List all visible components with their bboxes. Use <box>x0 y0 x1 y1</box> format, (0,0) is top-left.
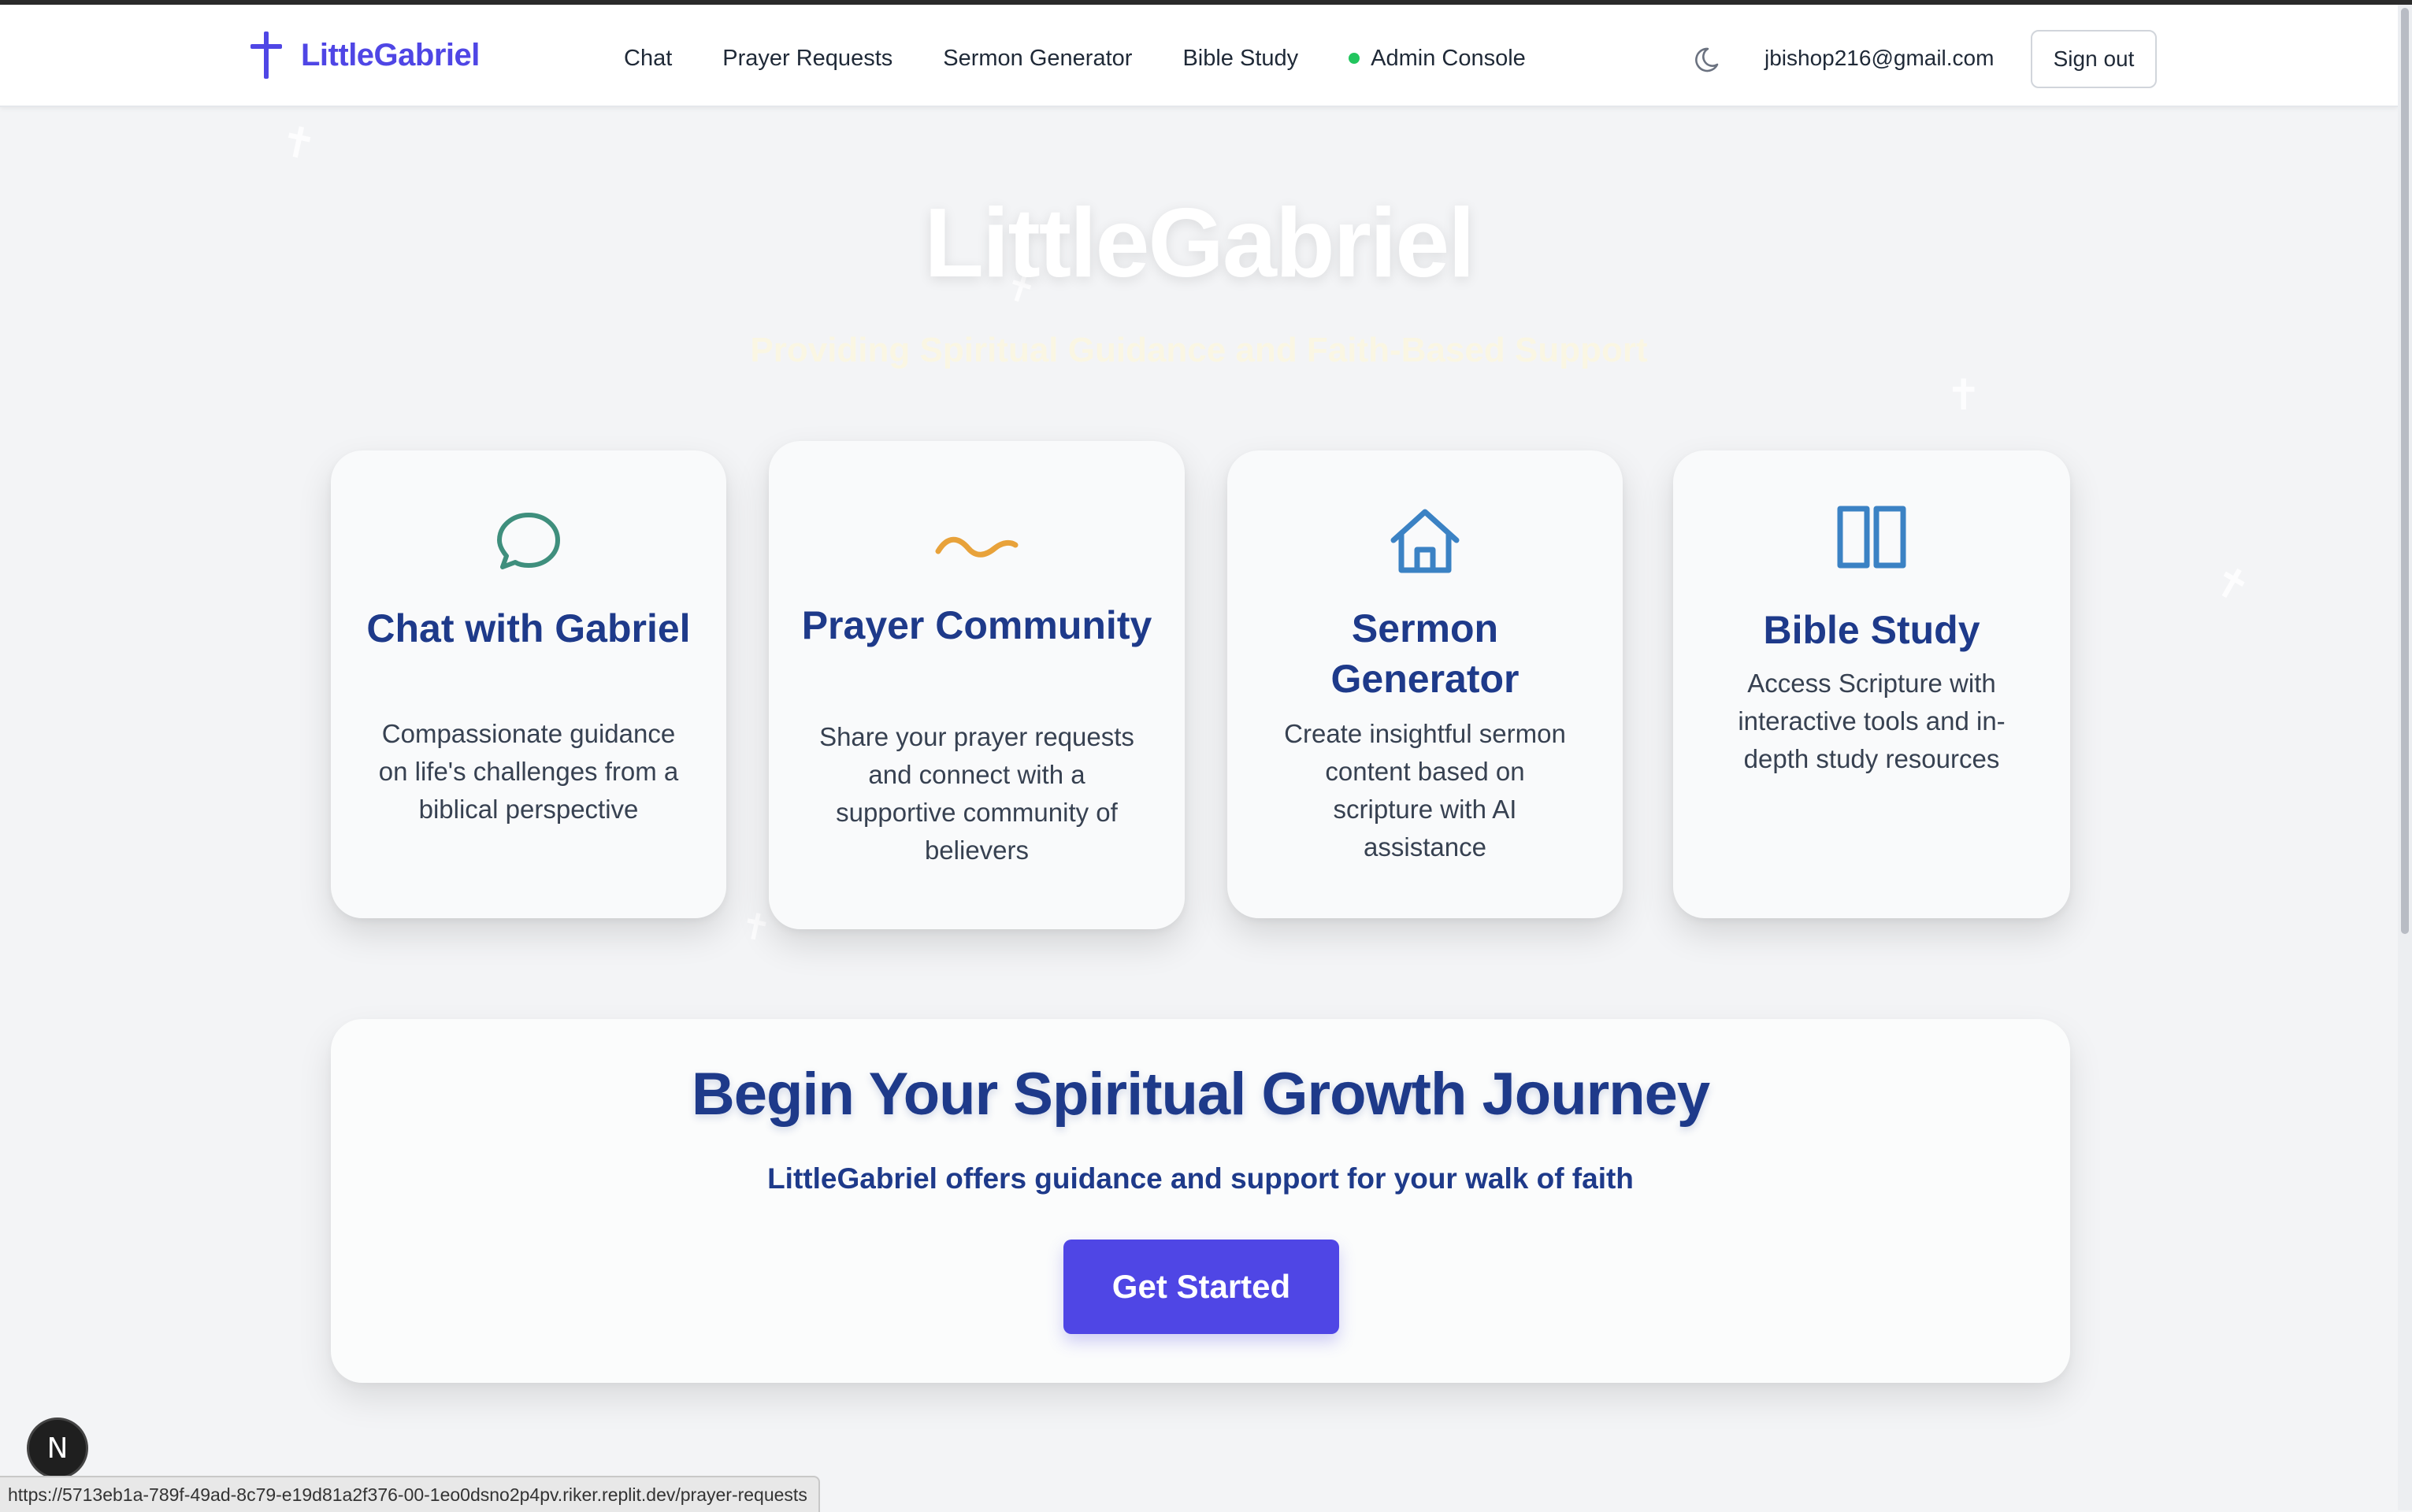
cta-title: Begin Your Spiritual Growth Journey <box>691 1061 1710 1128</box>
brand-name: LittleGabriel <box>301 37 480 72</box>
sign-out-button[interactable]: Sign out <box>2031 30 2157 88</box>
decorative-cross-icon: ✝ <box>1946 372 1982 419</box>
hero-title: LittleGabriel <box>924 189 1475 298</box>
feature-description: Compassionate guidance on life's challen… <box>378 719 679 824</box>
link-status-url: https://5713eb1a-789f-49ad-8c79-e19d81a2… <box>0 1476 820 1512</box>
cta-panel: Begin Your Spiritual Growth Journey Litt… <box>331 1019 2070 1383</box>
user-email: jbishop216@gmail.com <box>1764 46 1995 70</box>
nav-prayer-requests[interactable]: Prayer Requests <box>722 46 892 72</box>
moon-icon[interactable] <box>1695 44 1727 76</box>
chat-bubble-icon <box>497 513 560 569</box>
top-navigation-bar: LittleGabriel Chat Prayer Requests Sermo… <box>0 5 2398 107</box>
feature-title: Prayer Community <box>801 603 1152 647</box>
feature-title: Bible Study <box>1763 608 1980 652</box>
feature-card-chat[interactable]: Chat with Gabriel Compassionate guidance… <box>331 450 726 918</box>
get-started-button[interactable]: Get Started <box>1063 1240 1339 1334</box>
decorative-cross-icon: ✝ <box>737 903 775 951</box>
feature-card-prayer[interactable]: Prayer Community Share your prayer reque… <box>769 441 1185 929</box>
nav-bible-study[interactable]: Bible Study <box>1182 46 1298 72</box>
decorative-cross-icon: ✝ <box>276 116 321 171</box>
nav-admin-console[interactable]: Admin Console <box>1349 46 1526 72</box>
nav-admin-console-label: Admin Console <box>1371 45 1526 71</box>
hero-subtitle: Providing Spiritual Guidance and Faith-B… <box>750 331 1648 369</box>
feature-description: Share your prayer requests and connect w… <box>819 722 1134 865</box>
feature-description: Create insightful sermon content based o… <box>1284 719 1566 862</box>
nav-chat[interactable]: Chat <box>624 46 672 72</box>
decorative-cross-icon: ✝ <box>2203 554 2258 614</box>
feature-title: Chat with Gabriel <box>366 606 691 650</box>
wave-icon <box>935 536 1019 558</box>
feature-card-sermon[interactable]: Sermon Generator Create insightful sermo… <box>1227 450 1623 918</box>
cta-subtitle: LittleGabriel offers guidance and suppor… <box>767 1162 1634 1195</box>
framework-badge-icon[interactable]: N <box>27 1418 88 1479</box>
feature-title: Sermon Generator <box>1330 606 1520 701</box>
status-dot <box>1349 53 1360 64</box>
main-nav: Chat Prayer Requests Sermon Generator Bi… <box>624 36 1576 80</box>
nav-sermon-generator[interactable]: Sermon Generator <box>943 46 1132 72</box>
book-open-icon <box>1837 506 1906 569</box>
scrollbar-thumb[interactable] <box>2401 8 2409 934</box>
feature-description: Access Scripture with interactive tools … <box>1738 669 2006 773</box>
cross-icon <box>250 32 282 79</box>
house-icon <box>1390 509 1460 573</box>
feature-card-bible-study[interactable]: Bible Study Access Scripture with intera… <box>1673 450 2070 918</box>
brand-logo-link[interactable]: LittleGabriel <box>249 32 480 79</box>
